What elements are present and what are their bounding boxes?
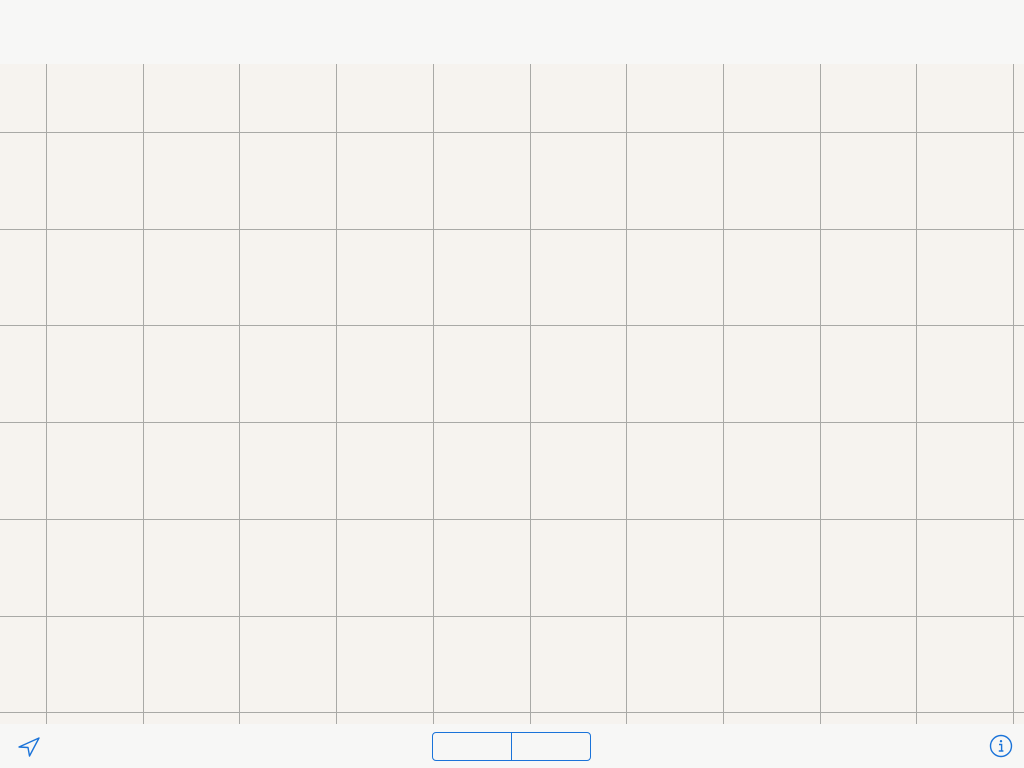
map-grid <box>0 64 1024 724</box>
info-icon <box>989 734 1013 758</box>
map-mode-segment-1[interactable] <box>433 733 511 760</box>
info-button[interactable] <box>989 734 1013 758</box>
locate-button[interactable] <box>14 734 44 760</box>
map-view[interactable] <box>0 64 1024 724</box>
map-mode-segment-2[interactable] <box>511 733 590 760</box>
map-mode-segmented-control <box>432 732 591 761</box>
bottom-toolbar <box>0 724 1024 768</box>
maps-screen <box>0 0 1024 768</box>
location-arrow-icon <box>18 737 40 757</box>
top-bar <box>0 0 1024 64</box>
